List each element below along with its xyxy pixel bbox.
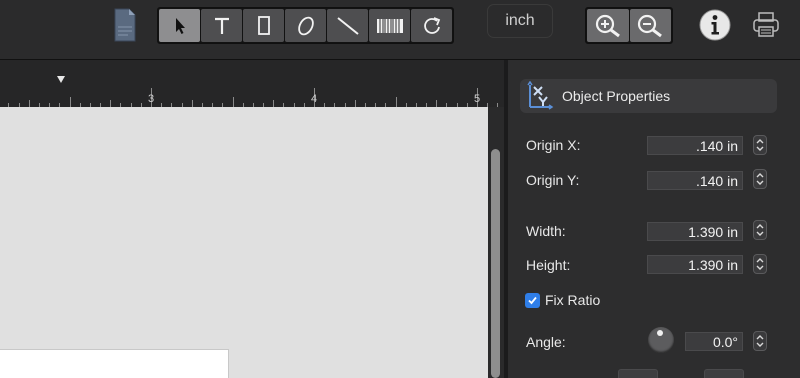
ruler-tick — [191, 100, 193, 107]
align-left-button[interactable] — [618, 369, 658, 378]
panel-title: Object Properties — [562, 88, 671, 104]
stepper-arrows-icon — [756, 335, 764, 347]
zoom-out-icon — [638, 14, 663, 37]
ruler-label: 4 — [311, 93, 318, 105]
rotate-icon — [423, 16, 440, 34]
canvas-area[interactable] — [0, 107, 488, 378]
arrow-pointer-icon — [175, 17, 185, 34]
toolbar: inch — [0, 0, 800, 60]
height-label: Height: — [526, 257, 571, 273]
stepper-arrows-icon — [756, 173, 764, 185]
origin-x-label: Origin X: — [526, 137, 581, 153]
printer-icon — [753, 12, 779, 37]
barcode-tool-button[interactable] — [369, 9, 410, 42]
ruler-tick — [273, 100, 275, 107]
select-tool-button[interactable] — [159, 9, 200, 42]
stepper-arrows-icon — [756, 224, 764, 236]
zoom-in-icon — [595, 14, 620, 37]
zoom-in-button[interactable] — [587, 9, 629, 42]
ruler-marker-icon[interactable] — [57, 76, 65, 83]
text-tool-button[interactable] — [201, 9, 242, 42]
width-label: Width: — [526, 223, 566, 239]
stepper-arrows-icon — [756, 139, 764, 151]
info-button[interactable] — [698, 8, 732, 42]
ruler-label: 3 — [148, 93, 155, 105]
angle-field[interactable] — [685, 332, 743, 351]
origin-x-stepper[interactable] — [753, 135, 767, 155]
unit-label: inch — [505, 12, 535, 29]
ruler-tick — [28, 100, 30, 107]
barcode-icon — [376, 18, 403, 33]
object-properties-icon — [527, 81, 554, 110]
height-field[interactable] — [647, 255, 743, 274]
zoom-group — [585, 7, 673, 44]
ruler-tick — [110, 100, 112, 107]
origin-y-stepper[interactable] — [753, 169, 767, 189]
origin-y-field[interactable] — [647, 171, 743, 190]
angle-stepper[interactable] — [753, 331, 767, 351]
vertical-scrollbar[interactable] — [488, 107, 504, 378]
ruler-tick — [354, 100, 356, 107]
line-tool-button[interactable] — [327, 9, 368, 42]
align-right-button[interactable] — [704, 369, 744, 378]
angle-label: Angle: — [526, 334, 566, 350]
properties-panel: Object Properties Origin X: Origin Y: Wi… — [508, 60, 800, 378]
ruler-tick — [232, 97, 234, 107]
ruler-label: 5 — [474, 93, 481, 105]
origin-x-field[interactable] — [647, 136, 743, 155]
checkmark-icon — [528, 296, 537, 304]
label-page[interactable] — [0, 349, 229, 378]
tool-group — [157, 7, 454, 44]
fix-ratio-label: Fix Ratio — [545, 292, 601, 308]
width-field[interactable] — [647, 222, 743, 241]
print-button[interactable] — [752, 10, 780, 40]
checkbox-checked-icon[interactable] — [525, 292, 540, 308]
origin-y-label: Origin Y: — [526, 172, 580, 188]
rectangle-tool-button[interactable] — [243, 9, 284, 42]
width-stepper[interactable] — [753, 220, 767, 240]
ruler-tick — [395, 97, 397, 107]
ruler-tick — [69, 97, 71, 107]
info-icon — [699, 9, 731, 41]
rotate-tool-button[interactable] — [411, 9, 452, 42]
angle-knob-indicator — [657, 330, 663, 336]
ellipse-icon — [297, 16, 314, 35]
fix-ratio-checkbox[interactable]: Fix Ratio — [525, 292, 600, 308]
line-icon — [336, 16, 359, 35]
unit-selector[interactable]: inch — [487, 4, 553, 38]
document-icon[interactable] — [111, 7, 139, 43]
text-icon — [214, 17, 229, 34]
stepper-arrows-icon — [756, 258, 764, 270]
scrollbar-thumb[interactable] — [491, 149, 500, 378]
panel-header: Object Properties — [520, 79, 777, 113]
ellipse-tool-button[interactable] — [285, 9, 326, 42]
zoom-out-button[interactable] — [629, 9, 671, 42]
angle-knob[interactable] — [648, 327, 674, 353]
height-stepper[interactable] — [753, 254, 767, 274]
rectangle-icon — [257, 15, 270, 35]
ruler-tick — [436, 100, 438, 107]
horizontal-ruler: 3 4 5 — [0, 60, 508, 107]
